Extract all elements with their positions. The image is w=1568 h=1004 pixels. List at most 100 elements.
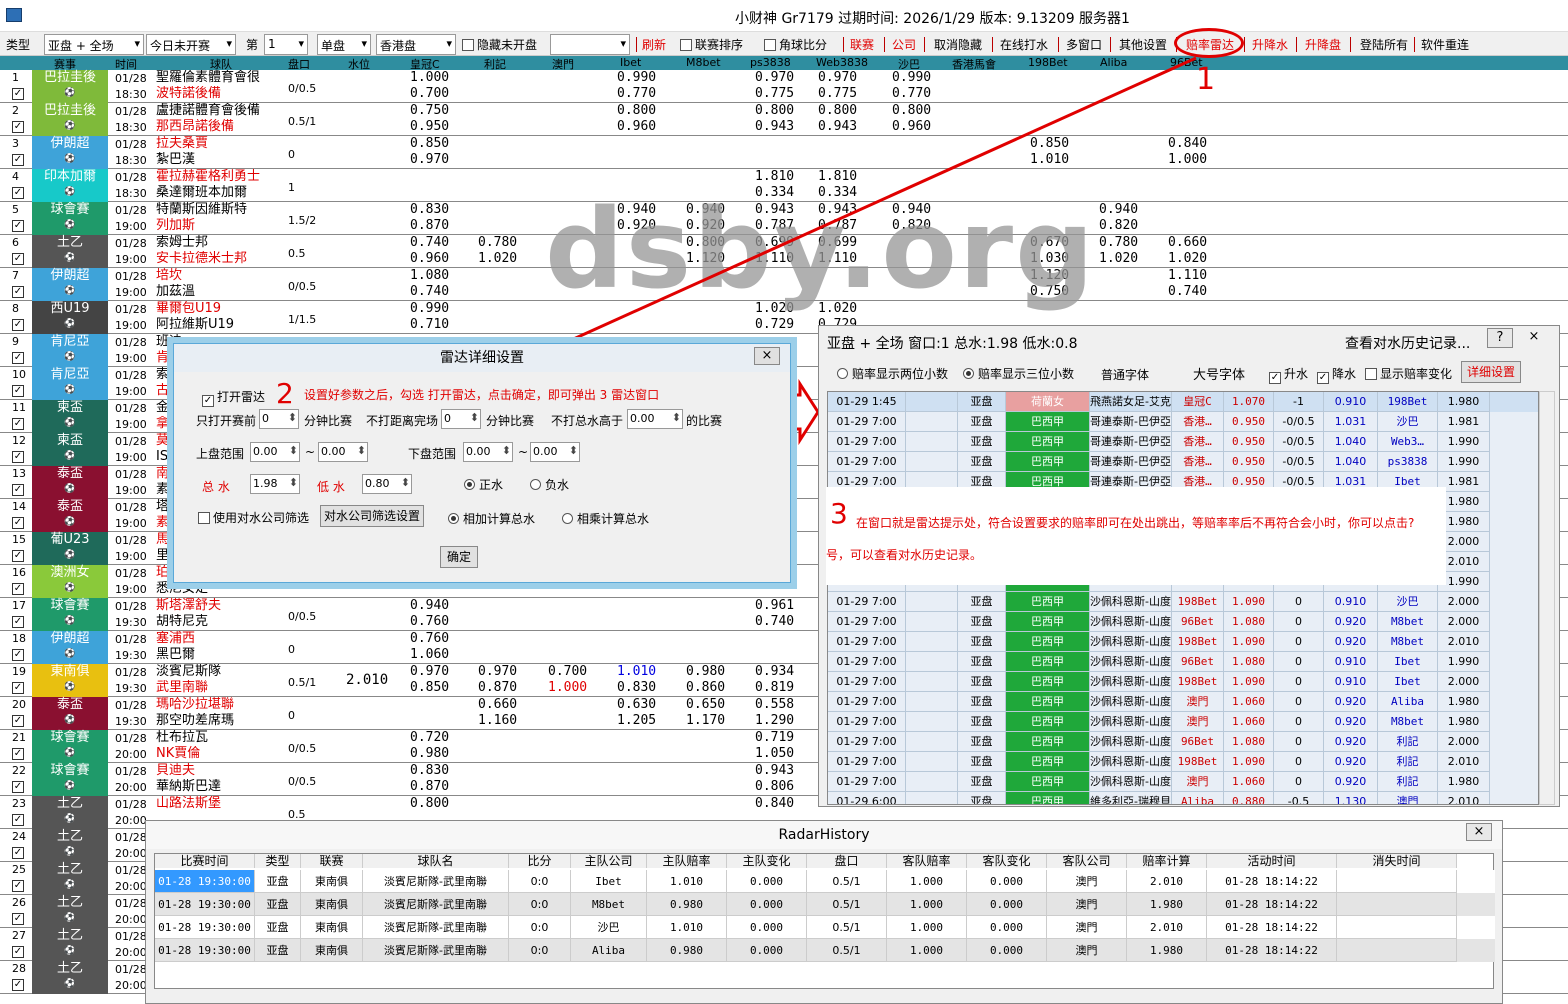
row-checkbox[interactable]: ✓ — [12, 154, 24, 166]
league-cell[interactable]: 柬盃 ⚽ — [32, 400, 108, 433]
odds-home[interactable]: 1.000 — [410, 70, 449, 86]
home-team[interactable]: 杜布拉瓦 — [156, 730, 260, 746]
odds-away[interactable]: 0.970 — [410, 152, 449, 168]
open-radar-checkbox[interactable]: ✓ 打开雷达 — [202, 388, 265, 407]
home-team[interactable]: 盧捷諾體育會後備 — [156, 103, 260, 119]
away-team[interactable]: 安卡拉德米士邦 — [156, 251, 260, 267]
radar-row[interactable]: 01-29 7:00 亚盘巴西甲沙佩科恩斯-山度士澳門1.06000.920M8b… — [828, 712, 1538, 732]
odds-away[interactable]: 1.010 — [1030, 152, 1069, 168]
show-change-checkbox[interactable]: 显示赔率变化 — [1365, 365, 1452, 382]
home-team[interactable]: 聖羅倫素體育會很 — [156, 70, 260, 86]
down-range-min-spinner[interactable]: 0.00 — [463, 442, 513, 462]
company-filter-button[interactable]: 对水公司筛选设置 — [320, 505, 424, 527]
league-cell[interactable]: 土乙 ⚽ — [32, 895, 108, 928]
rh-header-cell[interactable]: 赔率计算 — [1127, 854, 1207, 868]
radar-row[interactable]: 01-29 7:00 亚盘巴西甲沙佩科恩斯-山度士198Bet1.09000.92… — [828, 752, 1538, 772]
away-team[interactable]: 那空叻差席瑪 — [156, 713, 260, 729]
league-cell[interactable]: 伊朗超 ⚽ — [32, 631, 108, 664]
rh-row[interactable]: 01-28 19:30:00 亚盘 東南俱 淡賓尼斯隊-武里南聯 0:0 Aliba 0.9… — [155, 939, 1495, 962]
league-cell[interactable]: 肯尼亞 ⚽ — [32, 334, 108, 367]
rh-header-cell[interactable]: 主队公司 — [571, 854, 647, 868]
league-cell[interactable]: 土乙 ⚽ — [32, 961, 108, 994]
rise-fall-water-button[interactable]: 升降水 — [1252, 36, 1288, 53]
odds-home[interactable]: 0.850 — [1030, 136, 1069, 152]
odds-away[interactable]: 0.710 — [410, 317, 449, 333]
rh-header-cell[interactable]: 盘口 — [807, 854, 887, 868]
away-team[interactable]: NK賈倫 — [156, 746, 260, 762]
league-cell[interactable]: 印本加爾 ⚽ — [32, 169, 108, 202]
add-calc-radio[interactable]: 相加计算总水 — [448, 510, 535, 527]
league-button[interactable]: 联赛 — [850, 36, 874, 53]
away-team[interactable]: 悉尼女足 — [156, 581, 260, 597]
row-checkbox[interactable]: ✓ — [12, 847, 24, 859]
odds-home[interactable]: 0.970 — [478, 664, 517, 680]
odds-away[interactable]: 1.020 — [1099, 251, 1138, 267]
away-team[interactable]: 華納斯巴達 — [156, 779, 260, 795]
login-all-button[interactable]: 登陆所有 — [1360, 36, 1408, 53]
home-team[interactable]: 塞浦西 — [156, 631, 260, 647]
row-checkbox[interactable]: ✓ — [12, 352, 24, 364]
odds-home[interactable]: 0.940 — [410, 598, 449, 614]
odds-away[interactable]: 0.830 — [617, 680, 656, 696]
row-checkbox[interactable]: ✓ — [12, 682, 24, 694]
table-row[interactable]: 3 ✓ 伊朗超 ⚽ 01/28 18:30 拉夫桑賈 紮巴漢 0 0.850 0.970 0.850 1… — [0, 136, 1568, 169]
rh-header-cell[interactable]: 类型 — [255, 854, 301, 868]
row-checkbox[interactable]: ✓ — [12, 220, 24, 232]
away-team[interactable]: 加茲溫 — [156, 284, 260, 300]
odds-away[interactable]: 0.960 — [892, 119, 931, 135]
odds-home[interactable]: 0.760 — [410, 631, 449, 647]
row-checkbox[interactable]: ✓ — [12, 616, 24, 628]
down-range-max-spinner[interactable]: 0.00 — [530, 442, 580, 462]
odds-home[interactable]: 1.010 — [617, 664, 656, 680]
odds-away[interactable]: 1.060 — [410, 647, 449, 663]
row-checkbox[interactable]: ✓ — [12, 748, 24, 760]
rh-header-cell[interactable]: 主队变化 — [727, 854, 807, 868]
positive-water-radio[interactable]: 正水 — [464, 476, 503, 493]
rise-checkbox[interactable]: ✓ 升水 — [1269, 365, 1308, 384]
home-team[interactable]: 貝迪夫 — [156, 763, 260, 779]
restart-button[interactable]: 软件重连 — [1421, 36, 1469, 53]
far-minutes-spinner[interactable]: 0 — [441, 409, 481, 429]
hide-unstarted-checkbox[interactable]: 隐藏未开盘 — [462, 36, 537, 53]
odds-home[interactable]: 0.650 — [686, 697, 725, 713]
odds-away[interactable]: 0.870 — [410, 218, 449, 234]
radar-row[interactable]: 01-29 7:00 亚盘 巴西甲 哥連泰斯-巴伊亞 香港… 0.950 -0/0.5 1.0… — [828, 432, 1538, 452]
odds-away[interactable]: 0.950 — [410, 119, 449, 135]
league-cell[interactable]: 柬盃 ⚽ — [32, 433, 108, 466]
odds-away[interactable]: 0.700 — [410, 86, 449, 102]
refresh-button[interactable]: 刷新 — [642, 36, 666, 53]
odds-away[interactable]: 1.020 — [1168, 251, 1207, 267]
odds-home[interactable]: 0.970 — [755, 70, 794, 86]
rh-header-cell[interactable]: 主队赔率 — [647, 854, 727, 868]
odds-home[interactable]: 0.740 — [410, 235, 449, 251]
radar-row[interactable]: 01-29 7:00 亚盘巴西甲沙佩科恩斯-山度士96Bet1.08000.920… — [828, 612, 1538, 632]
league-cell[interactable]: 澳洲女 ⚽ — [32, 565, 108, 598]
odds-away[interactable]: 0.740 — [410, 284, 449, 300]
row-checkbox[interactable]: ✓ — [12, 121, 24, 133]
grid-header-cell[interactable]: Web3838 — [816, 56, 868, 69]
odds-away[interactable]: 0.960 — [410, 251, 449, 267]
row-checkbox[interactable]: ✓ — [12, 979, 24, 991]
league-cell[interactable]: 東南俱 ⚽ — [32, 664, 108, 697]
home-team[interactable]: 霍拉赫霍格利勇士 — [156, 169, 260, 185]
up-range-min-spinner[interactable]: 0.00 — [250, 442, 300, 462]
fall-checkbox[interactable]: ✓ 降水 — [1317, 365, 1356, 384]
odds-home[interactable]: 0.750 — [410, 103, 449, 119]
odds-home[interactable]: 0.660 — [1168, 235, 1207, 251]
odds-home[interactable]: 0.719 — [755, 730, 794, 746]
odds-away[interactable]: 1.160 — [478, 713, 517, 729]
odds-home[interactable]: 0.830 — [410, 763, 449, 779]
odds-away[interactable]: 0.820 — [1099, 218, 1138, 234]
radar-row[interactable]: 01-29 7:00 亚盘巴西甲沙佩科恩斯-山度士198Bet1.09000.91… — [828, 672, 1538, 692]
row-checkbox[interactable]: ✓ — [12, 187, 24, 199]
odds-home[interactable]: 0.970 — [410, 664, 449, 680]
search-select[interactable] — [550, 34, 630, 55]
radar-row[interactable]: 01-29 7:00 亚盘巴西甲沙佩科恩斯-山度士96Bet1.08000.910… — [828, 652, 1538, 672]
online-button[interactable]: 在线打水 — [1000, 36, 1048, 53]
radar-row[interactable]: 01-29 7:00 亚盘巴西甲沙佩科恩斯-山度士澳門1.06000.920利記1… — [828, 772, 1538, 792]
league-cell[interactable]: 土乙 ⚽ — [32, 829, 108, 862]
away-team[interactable]: 武里南聯 — [156, 680, 260, 696]
other-settings-button[interactable]: 其他设置 — [1119, 36, 1167, 53]
rh-row[interactable]: 01-28 19:30:00 亚盘 東南俱 淡賓尼斯隊-武里南聯 0:0 Ibet 1.01… — [155, 870, 1495, 893]
rh-header-cell[interactable]: 活动时间 — [1207, 854, 1337, 868]
